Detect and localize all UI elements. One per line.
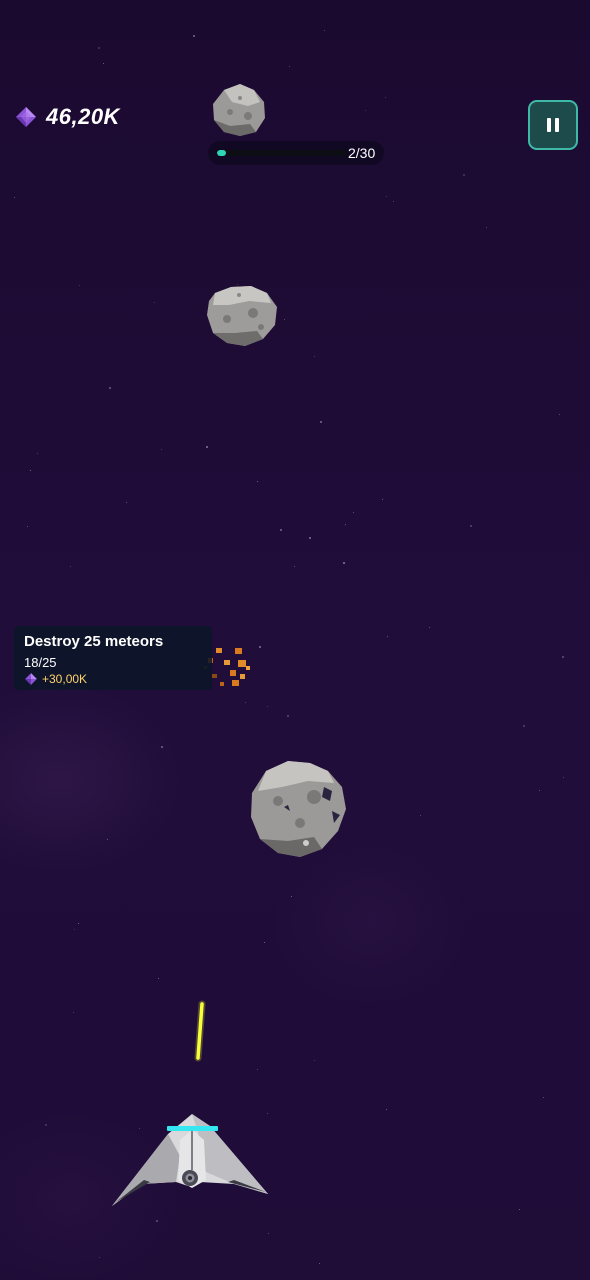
- ship-health-bar: [167, 1126, 218, 1131]
- wave-progress-fill: [217, 150, 226, 156]
- star: [107, 839, 108, 840]
- star: [267, 706, 268, 707]
- star: [109, 387, 111, 389]
- star: [559, 414, 560, 415]
- star: [387, 636, 388, 637]
- star: [73, 1012, 74, 1013]
- pause-icon: [547, 118, 559, 132]
- star: [393, 201, 394, 202]
- star: [287, 715, 289, 717]
- meteor-small-top: [213, 84, 265, 136]
- pause-button[interactable]: [528, 100, 578, 150]
- star: [78, 923, 79, 924]
- star: [156, 1220, 158, 1222]
- star: [161, 746, 163, 748]
- star: [30, 470, 31, 471]
- star: [309, 537, 311, 539]
- purple-gem-icon: [16, 107, 36, 127]
- star: [74, 929, 75, 930]
- star: [365, 110, 366, 111]
- star: [429, 627, 430, 628]
- star: [27, 526, 28, 527]
- star: [126, 502, 127, 503]
- star: [463, 174, 465, 176]
- star: [70, 566, 71, 567]
- star: [519, 1209, 520, 1210]
- star: [345, 524, 346, 525]
- star: [193, 35, 195, 37]
- star: [45, 1124, 47, 1126]
- star: [291, 896, 292, 897]
- star: [563, 777, 564, 778]
- mission-reward: +30,00K: [24, 672, 87, 686]
- star: [280, 529, 282, 531]
- meteor-medium: [207, 286, 277, 346]
- star: [257, 1069, 258, 1070]
- currency-display: 46,20K: [14, 104, 120, 130]
- star: [320, 421, 322, 423]
- star: [543, 1097, 544, 1098]
- star: [99, 1257, 100, 1258]
- mission-title: Destroy 25 meteors: [24, 633, 164, 650]
- player-spaceship[interactable]: [110, 1110, 270, 1210]
- star: [539, 790, 540, 791]
- meteor-large: [251, 761, 346, 857]
- star: [268, 1233, 269, 1234]
- star: [14, 197, 15, 198]
- star: [420, 815, 421, 816]
- star: [103, 63, 104, 64]
- star: [161, 449, 162, 450]
- game-canvas[interactable]: 46,20K 2/30 Destroy 25 meteors 18/25 +30…: [0, 0, 590, 1280]
- star: [382, 499, 383, 500]
- star: [98, 47, 100, 49]
- laser-bolt: [194, 1000, 206, 1062]
- currency-amount: 46,20K: [46, 104, 120, 129]
- star: [319, 1263, 320, 1264]
- star: [314, 1060, 315, 1061]
- star: [257, 481, 258, 482]
- star: [79, 285, 80, 286]
- mission-progress: 18/25: [24, 655, 57, 670]
- star: [158, 978, 159, 979]
- wave-progress-label: 2/30: [348, 145, 376, 161]
- star: [294, 566, 295, 567]
- star: [386, 196, 387, 197]
- star: [324, 30, 325, 31]
- star: [523, 725, 525, 727]
- wave-progress-track: [217, 150, 347, 156]
- star: [386, 1109, 387, 1110]
- star: [486, 227, 487, 228]
- star: [284, 319, 285, 320]
- star: [245, 702, 246, 703]
- star: [289, 66, 290, 67]
- star: [353, 512, 354, 513]
- star: [562, 656, 564, 658]
- star: [264, 942, 265, 943]
- mission-reward-amount: +30,00K: [42, 672, 88, 686]
- star: [37, 453, 38, 454]
- star: [470, 525, 472, 527]
- wave-progress: 2/30: [208, 141, 384, 165]
- star: [206, 446, 208, 448]
- purple-gem-icon: [25, 673, 37, 685]
- mission-panel: Destroy 25 meteors 18/25 +30,00K: [14, 626, 212, 690]
- star: [314, 356, 315, 357]
- star: [385, 97, 386, 98]
- star: [343, 562, 345, 564]
- star: [154, 302, 155, 303]
